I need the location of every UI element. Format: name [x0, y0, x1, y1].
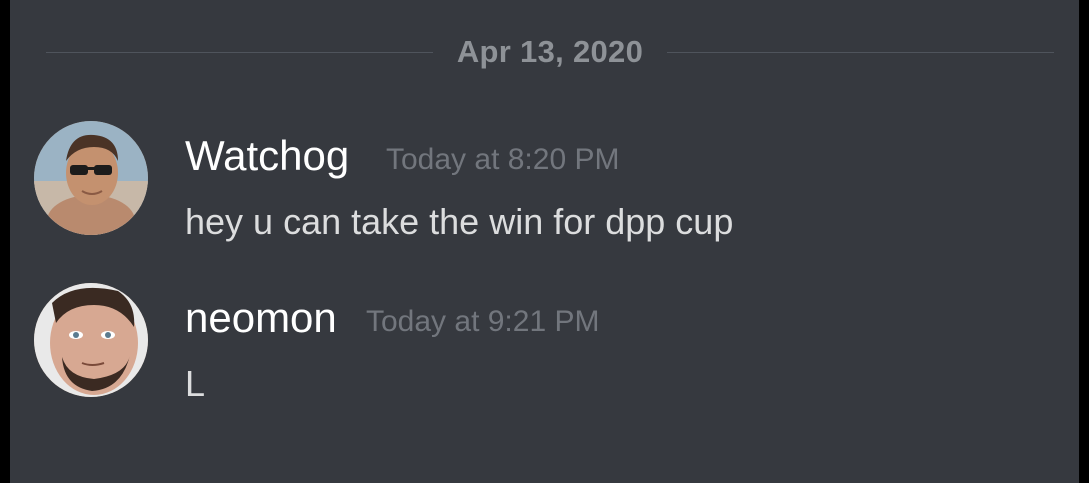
message-item[interactable]: neomon Today at 9:21 PM L [10, 282, 1079, 422]
avatar[interactable] [34, 121, 148, 235]
divider-date: Apr 13, 2020 [456, 34, 644, 69]
username[interactable]: neomon [185, 294, 337, 342]
avatar-photo-icon [34, 121, 148, 235]
username[interactable]: Watchog [185, 132, 349, 180]
message-timestamp: Today at 8:20 PM [386, 143, 620, 176]
chat-panel: Apr 13, 2020 Watchog Today at 8:20 PM he… [10, 0, 1079, 483]
message-content: L [185, 363, 206, 404]
date-divider: Apr 13, 2020 [46, 30, 1054, 74]
avatar[interactable] [34, 283, 148, 397]
divider-line-right [667, 51, 1054, 53]
divider-line-left [46, 51, 433, 53]
message-content: hey u can take the win for dpp cup [185, 201, 734, 242]
avatar-photo-icon [34, 283, 148, 397]
message-timestamp: Today at 9:21 PM [366, 305, 600, 338]
message-item[interactable]: Watchog Today at 8:20 PM hey u can take … [10, 120, 1079, 260]
